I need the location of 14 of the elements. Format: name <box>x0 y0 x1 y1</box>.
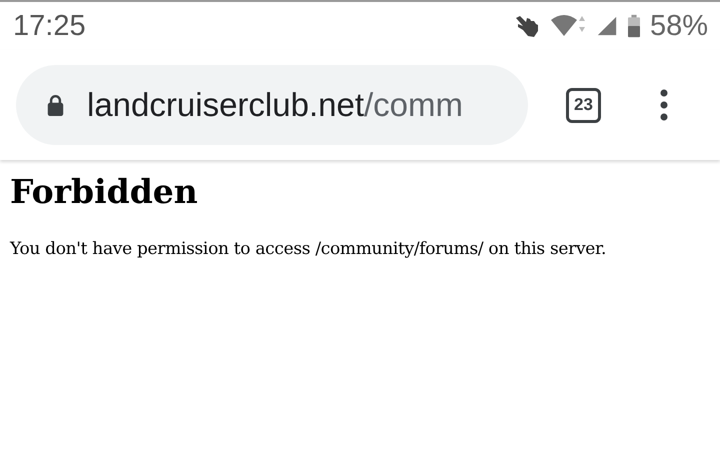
status-time: 17:25 <box>13 10 86 42</box>
menu-icon[interactable] <box>660 89 668 121</box>
address-bar[interactable]: landcruiserclub.net/comm <box>16 65 528 145</box>
page-heading: Forbidden <box>10 172 199 211</box>
signal-icon <box>596 15 618 37</box>
lock-icon <box>46 94 65 116</box>
tab-switcher-button[interactable]: 23 <box>566 88 601 122</box>
battery-percent: 58% <box>650 10 708 42</box>
url-host: landcruiserclub.net <box>87 86 364 123</box>
battery-icon <box>628 14 640 38</box>
error-message: You don't have permission to access /community/forums/ on this server. <box>10 239 608 259</box>
hand-icon <box>514 14 540 38</box>
wifi-icon <box>550 14 586 38</box>
url-path: /comm <box>364 86 463 123</box>
